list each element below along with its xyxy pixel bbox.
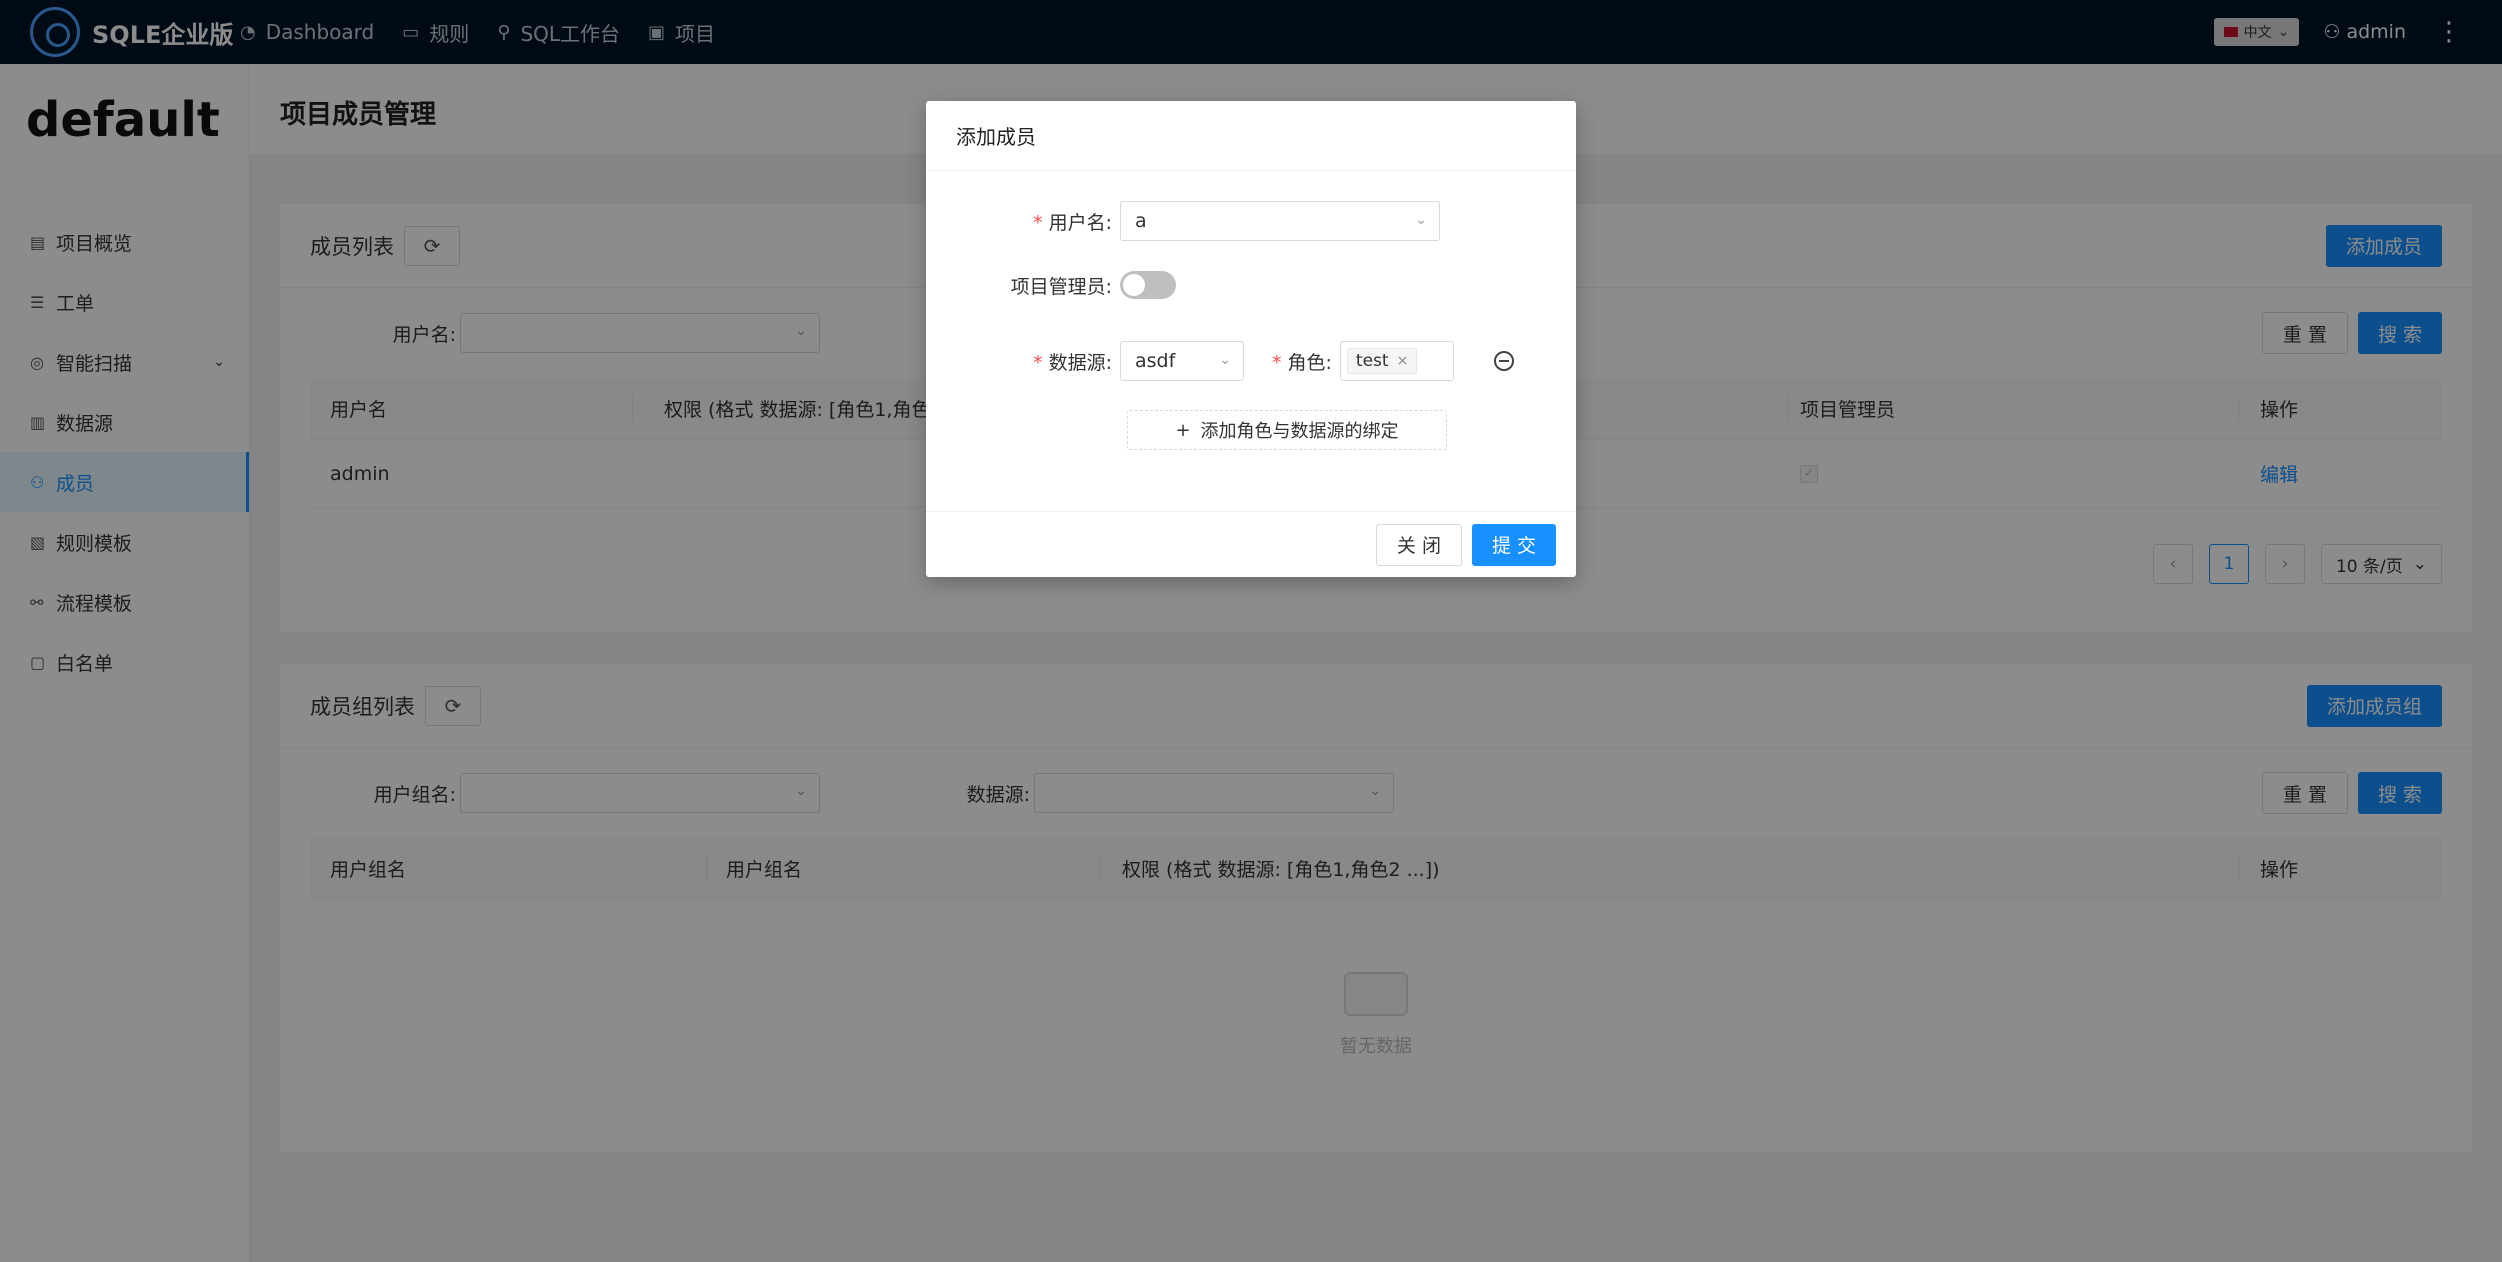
username-label: 用户名: [1048,211,1112,234]
close-icon[interactable]: × [1397,353,1409,369]
close-button[interactable]: 关 闭 [1375,523,1462,566]
username-form-row: * 用户名: a ⌄ [926,201,1576,241]
role-label: 角色: [1287,351,1332,374]
username-select[interactable]: a ⌄ [1120,201,1440,241]
add-member-modal: 添加成员 * 用户名: a ⌄ 项目管理员: * 数据源: asdf ⌄ * 角色: … [926,101,1576,577]
username-value: a [1135,210,1147,232]
required-mark: * [1033,211,1043,234]
datasource-label: 数据源: [1048,351,1112,374]
required-mark: * [1272,351,1282,374]
datasource-label-wrap: * 数据源: [926,348,1120,375]
chevron-down-icon: ⌄ [1415,212,1427,228]
role-select[interactable]: test × [1339,341,1454,381]
add-binding-label: 添加角色与数据源的绑定 [1200,421,1399,442]
remove-binding-icon[interactable] [1493,351,1514,371]
role-tag: test × [1346,348,1418,374]
role-label-wrap: * 角色: [1272,348,1340,375]
add-binding-button[interactable]: + 添加角色与数据源的绑定 [1127,410,1447,450]
datasource-value: asdf [1135,350,1176,372]
username-label-wrap: * 用户名: [926,208,1120,235]
binding-form-row: * 数据源: asdf ⌄ * 角色: test × [926,341,1576,381]
modal-title: 添加成员 [926,101,1576,171]
plus-icon: + [1175,419,1191,441]
submit-button[interactable]: 提 交 [1471,523,1556,566]
role-tag-label: test [1355,351,1389,371]
datasource-select[interactable]: asdf ⌄ [1120,341,1244,381]
admin-form-row: 项目管理员: [926,271,1576,299]
modal-footer: 关 闭 提 交 [926,511,1576,577]
required-mark: * [1033,351,1043,374]
admin-label: 项目管理员: [1010,275,1112,298]
chevron-down-icon: ⌄ [1219,352,1231,368]
project-admin-toggle[interactable] [1120,271,1176,299]
